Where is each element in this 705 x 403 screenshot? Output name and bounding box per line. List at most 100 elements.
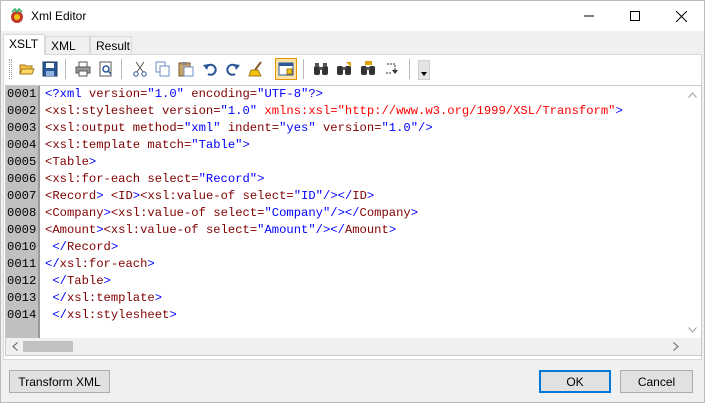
- code-text[interactable]: </Table>: [45, 273, 111, 290]
- transform-xml-button[interactable]: Transform XML: [9, 370, 110, 393]
- scroll-right-button[interactable]: [667, 338, 684, 355]
- chevron-down-icon: [688, 326, 697, 333]
- code-token: "1.0": [147, 87, 192, 101]
- tab-result[interactable]: Result: [90, 36, 132, 54]
- code-token: </: [45, 291, 67, 305]
- print-preview-button[interactable]: [95, 58, 117, 80]
- line-number: 0001: [7, 87, 37, 101]
- code-text[interactable]: </xsl:for-each>: [45, 256, 155, 273]
- code-line[interactable]: 0011 </xsl:for-each>: [6, 256, 686, 273]
- scroll-up-button[interactable]: [684, 86, 701, 103]
- code-text[interactable]: <Table>: [45, 154, 96, 171]
- code-token: >: [388, 223, 397, 237]
- code-token: <?xml: [45, 87, 89, 101]
- goto-button[interactable]: [381, 58, 403, 80]
- code-text[interactable]: <?xml version="1.0" encoding="UTF-8"?>: [45, 86, 323, 103]
- undo-button[interactable]: [199, 58, 221, 80]
- paste-icon: [178, 62, 194, 77]
- find-button[interactable]: [310, 58, 332, 80]
- title-bar[interactable]: Xml Editor: [1, 1, 704, 31]
- print-button[interactable]: [72, 58, 94, 80]
- code-line[interactable]: 0003 <xsl:output method="xml" indent="yes…: [6, 120, 686, 137]
- code-token: match=: [147, 138, 192, 152]
- toolbar: [9, 56, 430, 82]
- print-icon: [75, 61, 91, 77]
- redo-button[interactable]: [222, 58, 244, 80]
- ok-button[interactable]: OK: [539, 370, 611, 393]
- xml-editor-window: Xml Editor XSLT XML Result 0001 <?xml ve…: [0, 0, 705, 403]
- save-button[interactable]: [39, 58, 61, 80]
- code-token: >: [147, 257, 155, 271]
- code-text[interactable]: <xsl:template match="Table">: [45, 137, 250, 154]
- tab-xslt[interactable]: XSLT: [3, 34, 45, 55]
- find-next-button[interactable]: [333, 58, 355, 80]
- toggle-view-button[interactable]: [275, 58, 297, 80]
- code-token: >: [103, 274, 111, 288]
- code-line[interactable]: 0012 </Table>: [6, 273, 686, 290]
- code-token: />: [418, 121, 433, 135]
- print-preview-icon: [99, 61, 112, 77]
- cancel-button[interactable]: Cancel: [620, 370, 693, 393]
- horizontal-scroll-thumb[interactable]: [23, 341, 73, 352]
- code-text[interactable]: <Record> <ID><xsl:value-of select="ID"/>…: [45, 188, 374, 205]
- chevron-down-icon: [421, 72, 427, 76]
- open-button[interactable]: [16, 58, 38, 80]
- code-token: <xsl:stylesheet: [45, 104, 163, 118]
- code-line[interactable]: 0001 <?xml version="1.0" encoding="UTF-8"…: [6, 86, 686, 103]
- scroll-down-button[interactable]: [684, 321, 701, 338]
- code-line[interactable]: 0007 <Record> <ID><xsl:value-of select="I…: [6, 188, 686, 205]
- code-line[interactable]: 0004 <xsl:template match="Table">: [6, 137, 686, 154]
- code-token: "yes": [279, 121, 323, 135]
- code-text[interactable]: <xsl:output method="xml" indent="yes" ve…: [45, 120, 433, 137]
- code-text[interactable]: <xsl:for-each select="Record">: [45, 171, 264, 188]
- code-line[interactable]: 0009 <Amount><xsl:value-of select="Amount…: [6, 222, 686, 239]
- toolbar-overflow-button[interactable]: [418, 60, 430, 80]
- code-line[interactable]: 0014 </xsl:stylesheet>: [6, 307, 686, 324]
- close-button[interactable]: [658, 1, 704, 31]
- code-token: <xsl:value-of: [110, 206, 214, 220]
- code-token: xsl:template: [66, 291, 155, 305]
- code-token: select=: [147, 172, 199, 186]
- chevron-right-icon: [672, 342, 679, 351]
- toolbar-grip[interactable]: [9, 59, 12, 79]
- code-line[interactable]: 0006 <xsl:for-each select="Record">: [6, 171, 686, 188]
- code-text[interactable]: <Amount><xsl:value-of select="Amount"/><…: [45, 222, 396, 239]
- scroll-left-button[interactable]: [6, 338, 23, 355]
- code-text[interactable]: </xsl:stylesheet>: [45, 307, 176, 324]
- line-number: 0009: [7, 223, 37, 237]
- toolbar-separator: [303, 59, 304, 79]
- code-token: >: [242, 138, 250, 152]
- close-icon: [675, 10, 687, 22]
- code-text[interactable]: </xsl:template>: [45, 290, 162, 307]
- code-line[interactable]: 0010 </Record>: [6, 239, 686, 256]
- code-token: </: [45, 308, 67, 322]
- code-line[interactable]: 0008 <Company><xsl:value-of select="Compa…: [6, 205, 686, 222]
- code-token: ?>: [308, 87, 323, 101]
- line-number: 0014: [7, 308, 37, 322]
- line-number: 0011: [7, 257, 37, 271]
- line-number: 0008: [7, 206, 37, 220]
- paste-button[interactable]: [175, 58, 197, 80]
- copy-button[interactable]: [152, 58, 174, 80]
- chevron-up-icon: [688, 91, 697, 98]
- clear-button[interactable]: [245, 58, 267, 80]
- line-number: 0010: [7, 240, 37, 254]
- code-line[interactable]: 0013 </xsl:template>: [6, 290, 686, 307]
- code-token: version=: [322, 121, 382, 135]
- tab-xml[interactable]: XML: [45, 36, 90, 54]
- line-number: 0006: [7, 172, 37, 186]
- code-text[interactable]: <Company><xsl:value-of select="Company"/…: [45, 205, 418, 222]
- code-line[interactable]: 0002 <xsl:stylesheet version="1.0" xmlns:…: [6, 103, 686, 120]
- xslt-editor[interactable]: 0001 <?xml version="1.0" encoding="UTF-8"…: [5, 85, 702, 356]
- minimize-button[interactable]: [566, 1, 612, 31]
- replace-button[interactable]: [357, 58, 379, 80]
- vertical-scrollbar[interactable]: [684, 86, 701, 338]
- horizontal-scrollbar[interactable]: [6, 338, 701, 355]
- cut-button[interactable]: [129, 58, 151, 80]
- code-line[interactable]: 0005 <Table>: [6, 154, 686, 171]
- code-text[interactable]: </Record>: [45, 239, 118, 256]
- maximize-icon: [630, 11, 640, 21]
- code-text[interactable]: <xsl:stylesheet version="1.0" xmlns:xsl=…: [45, 103, 623, 120]
- find-next-icon: [337, 62, 351, 75]
- maximize-button[interactable]: [612, 1, 658, 31]
